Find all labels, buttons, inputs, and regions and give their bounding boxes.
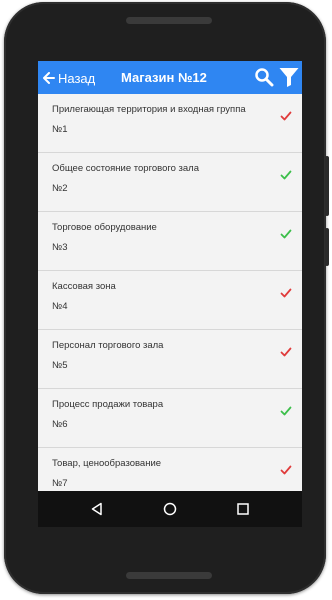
item-name: Общее состояние торгового зала [52,163,200,174]
back-button[interactable]: Назад [43,69,95,87]
phone-frame: Назад Магазин №12 Прилегающая территория… [4,2,329,594]
list-item[interactable]: Торговое оборудование №3 [38,212,302,271]
filter-icon[interactable] [278,66,300,88]
app-bar: Назад Магазин №12 [38,61,302,94]
nav-recent-icon[interactable] [237,503,249,515]
check-ok-icon [280,229,292,239]
check-fail-icon [280,288,292,298]
check-fail-icon [280,465,292,475]
item-name: Товар, ценообразование [52,458,162,469]
item-name: Кассовая зона [52,281,116,292]
item-number: №6 [52,419,68,430]
item-name: Процесс продажи товара [52,399,164,410]
system-nav-bar [38,491,302,527]
page-title: Магазин №12 [121,70,207,85]
item-name: Персонал торгового зала [52,340,164,351]
check-fail-icon [280,347,292,357]
check-fail-icon [280,111,292,121]
list-item[interactable]: Процесс продажи товара №6 [38,389,302,448]
bottom-speaker [126,572,212,579]
item-number: №4 [52,301,68,312]
item-number: №1 [52,124,68,135]
item-name: Торговое оборудование [52,222,157,233]
top-speaker [126,17,212,24]
check-ok-icon [280,406,292,416]
item-number: №5 [52,360,68,371]
list-item[interactable]: Персонал торгового зала №5 [38,330,302,389]
search-icon[interactable] [254,67,274,87]
list-item[interactable]: Товар, ценообразование №7 [38,448,302,491]
item-number: №2 [52,183,68,194]
item-number: №3 [52,242,68,253]
list-item[interactable]: Общее состояние торгового зала №2 [38,153,302,212]
nav-back-icon[interactable] [90,502,104,516]
back-arrow-icon [43,72,55,84]
list-item[interactable]: Кассовая зона №4 [38,271,302,330]
back-label: Назад [58,70,96,86]
power-button [325,156,329,216]
item-number: №7 [52,478,68,489]
nav-home-icon[interactable] [163,502,177,516]
checklist: Прилегающая территория и входная группа №… [38,94,302,491]
item-name: Прилегающая территория и входная группа [52,104,246,115]
screen: Назад Магазин №12 Прилегающая территория… [38,61,302,527]
check-ok-icon [280,170,292,180]
volume-button [325,228,329,266]
list-item[interactable]: Прилегающая территория и входная группа №… [38,94,302,153]
